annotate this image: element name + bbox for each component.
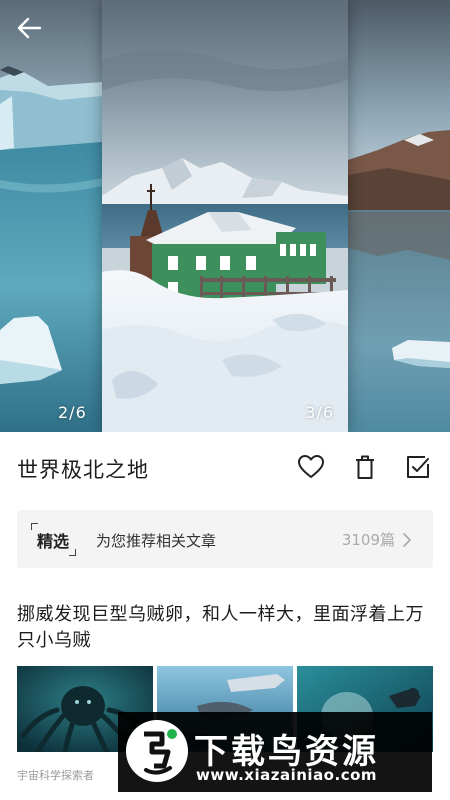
select-button[interactable] xyxy=(403,452,433,482)
back-arrow-icon xyxy=(17,17,42,39)
recommended-articles-banner[interactable]: 精选 为您推荐相关文章 3109篇 xyxy=(17,510,433,568)
heart-icon xyxy=(298,455,324,478)
favorite-button[interactable] xyxy=(296,452,326,482)
trash-icon xyxy=(356,455,374,479)
article-count: 3109篇 xyxy=(342,529,415,550)
slide-counter-current: 3/6 xyxy=(305,403,334,422)
detail-header: 世界极北之地 xyxy=(0,432,450,504)
article-source: 宇宙科学探索者 xyxy=(17,769,94,782)
mountain-lake-photo xyxy=(348,0,450,432)
delete-button[interactable] xyxy=(350,452,380,482)
arctic-house-photo xyxy=(102,0,348,432)
featured-badge: 精选 xyxy=(31,523,77,556)
featured-badge-label: 精选 xyxy=(37,532,70,551)
article-title[interactable]: 挪威发现巨型乌贼卵，和人一样大，里面浮着上万只小乌贼 xyxy=(17,602,437,654)
chevron-right-icon xyxy=(403,532,411,547)
image-carousel[interactable]: 2/6 3/6 xyxy=(0,0,450,432)
page-title: 世界极北之地 xyxy=(17,458,149,482)
article-count-value: 3109篇 xyxy=(341,531,395,549)
bracket-corner xyxy=(31,523,38,530)
back-button[interactable] xyxy=(10,10,50,46)
watermark: 下载鸟资源 www.xiazainiao.com xyxy=(118,712,432,792)
checkbox-icon xyxy=(407,456,429,478)
gallery-slide-next[interactable] xyxy=(348,0,450,432)
recommend-text: 为您推荐相关文章 xyxy=(96,532,217,550)
slide-counter-previous: 2/6 xyxy=(58,403,87,422)
glacier-photo xyxy=(0,0,102,432)
watermark-url: www.xiazainiao.com xyxy=(196,766,378,784)
gallery-slide-current[interactable]: 3/6 xyxy=(102,0,348,432)
bracket-corner xyxy=(69,549,77,556)
gallery-slide-previous[interactable]: 2/6 xyxy=(0,0,102,432)
bird-logo-icon xyxy=(126,720,188,782)
